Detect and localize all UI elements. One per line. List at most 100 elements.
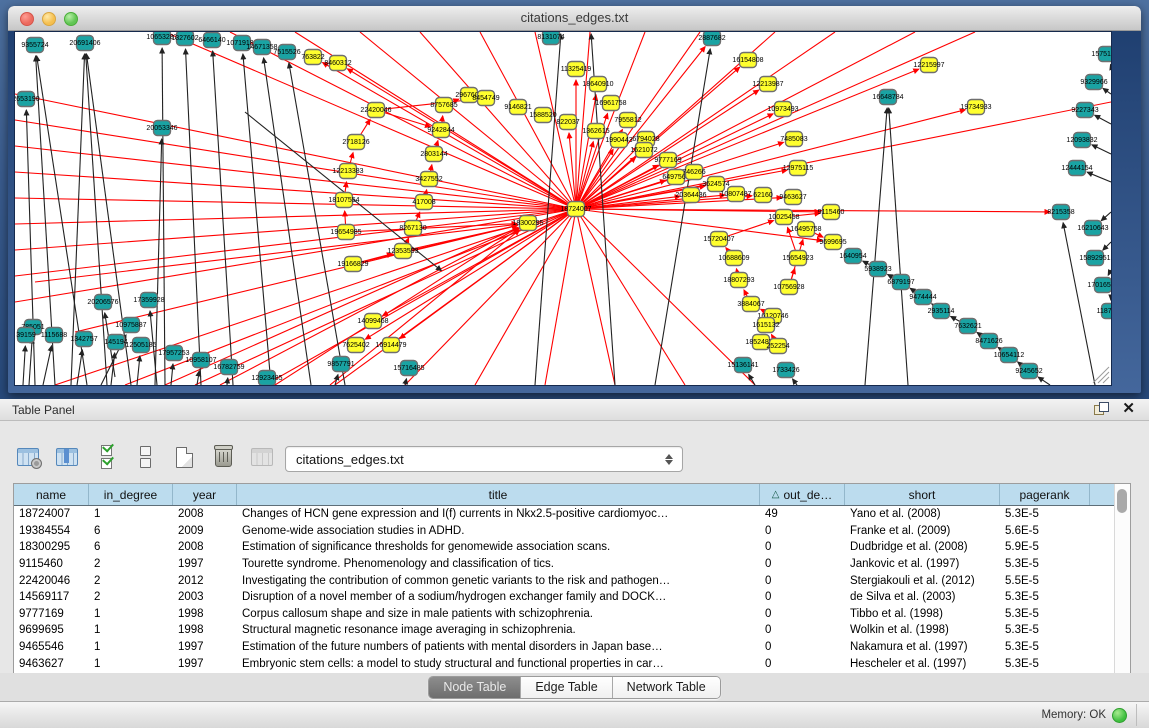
graph-edge[interactable] — [1101, 212, 1111, 221]
graph-edge[interactable] — [420, 32, 576, 209]
table-scrollbar-thumb[interactable] — [1117, 489, 1127, 513]
table-row[interactable]: 946362711997Embryonic stem cells: a mode… — [14, 655, 1115, 672]
delete-rows-icon[interactable] — [210, 444, 236, 470]
table-cell[interactable]: 0 — [760, 523, 845, 540]
graph-edge[interactable] — [26, 110, 35, 385]
table-cell[interactable] — [1090, 606, 1115, 623]
table-row[interactable]: 969969511998Structural magnetic resonanc… — [14, 622, 1115, 639]
table-cell[interactable]: 19384554 — [14, 523, 89, 540]
graph-node[interactable]: 2935114 — [928, 304, 955, 319]
graph-node[interactable]: 9474444 — [909, 290, 936, 305]
graph-node[interactable]: 9355724 — [21, 38, 48, 53]
table-cell[interactable]: 0 — [760, 556, 845, 573]
table-cell[interactable]: 0 — [760, 572, 845, 589]
graph-edge[interactable] — [23, 346, 25, 385]
table-cell[interactable]: 0 — [760, 639, 845, 656]
graph-node[interactable]: 1733426 — [772, 363, 799, 378]
table-row[interactable]: 946554611997Estimation of the future num… — [14, 639, 1115, 656]
table-cell[interactable]: 1 — [89, 655, 173, 672]
graph-node[interactable]: 12213987 — [752, 77, 783, 92]
graph-node[interactable]: 16914479 — [375, 338, 406, 353]
graph-edge[interactable] — [227, 378, 228, 385]
table-cell[interactable] — [1090, 556, 1115, 573]
table-cell[interactable]: Wolkin et al. (1998) — [845, 622, 1000, 639]
table-cell[interactable]: 2008 — [173, 539, 237, 556]
table-cell[interactable]: 1998 — [173, 606, 237, 623]
column-header-in_degree[interactable]: in_degree — [89, 484, 173, 505]
table-select-dropdown[interactable]: citations_edges.txt — [285, 446, 683, 472]
table-cell[interactable]: 9115460 — [14, 556, 89, 573]
column-header-pagerank[interactable]: pagerank — [1000, 484, 1090, 505]
graph-node[interactable]: 8757685 — [430, 98, 457, 113]
graph-edge[interactable] — [576, 209, 685, 385]
table-cell[interactable] — [1090, 639, 1115, 656]
table-row[interactable]: 977716911998Corpus callosum shape and si… — [14, 606, 1115, 623]
graph-node[interactable]: 9329966 — [1080, 75, 1107, 90]
graph-node[interactable]: 10756928 — [773, 280, 804, 295]
network-canvas[interactable]: 1872400718300295935572420691406106532871… — [14, 31, 1112, 386]
graph-node[interactable]: 9245652 — [1015, 364, 1042, 379]
canvas-resize-grip[interactable] — [1098, 372, 1109, 383]
table-cell[interactable] — [1090, 539, 1115, 556]
table-cell[interactable]: 5.9E-5 — [1000, 539, 1090, 556]
table-cell[interactable]: 6 — [89, 523, 173, 540]
graph-node[interactable]: 22420046 — [360, 103, 391, 118]
graph-node[interactable]: 252254 — [766, 339, 789, 354]
graph-edge[interactable] — [1038, 377, 1050, 385]
graph-node[interactable]: 145194 — [104, 335, 127, 350]
graph-node[interactable]: 15654923 — [782, 251, 813, 266]
table-cell[interactable]: Hescheler et al. (1997) — [845, 655, 1000, 672]
graph-edge[interactable] — [576, 102, 1111, 209]
table-cell[interactable]: 2012 — [173, 572, 237, 589]
table-cell[interactable]: 6 — [89, 539, 173, 556]
graph-edge[interactable] — [243, 54, 271, 385]
column-header-out_de…[interactable]: △out_de… — [760, 484, 845, 505]
graph-node[interactable]: 1327602 — [171, 32, 198, 46]
table-cell[interactable]: 1 — [89, 639, 173, 656]
graph-node[interactable]: 9115460 — [818, 205, 845, 220]
column-header-title[interactable]: title — [237, 484, 760, 505]
graph-node[interactable]: 20691406 — [69, 36, 100, 51]
graph-node[interactable]: 9463627 — [779, 190, 806, 205]
table-cell[interactable]: 1 — [89, 606, 173, 623]
table-cell[interactable] — [1090, 523, 1115, 540]
table-cell[interactable]: Stergiakouli et al. (2012) — [845, 572, 1000, 589]
graph-node[interactable]: 2653190 — [15, 92, 40, 107]
table-mode-icon[interactable] — [15, 444, 41, 470]
graph-node[interactable]: 12213383 — [332, 164, 363, 179]
graph-node[interactable]: 6466140 — [198, 33, 225, 48]
table-cell[interactable]: Jankovic et al. (1997) — [845, 556, 1000, 573]
tab-node-table[interactable]: Node Table — [429, 677, 521, 698]
graph-edge[interactable] — [1108, 270, 1111, 275]
graph-node[interactable]: 10975887 — [115, 318, 146, 333]
table-cell[interactable]: de Silva et al. (2003) — [845, 589, 1000, 606]
graph-edge[interactable] — [1110, 64, 1111, 66]
graph-node[interactable]: 1187531 — [1097, 304, 1111, 319]
table-cell[interactable]: 5.3E-5 — [1000, 639, 1090, 656]
graph-node[interactable]: 1115688 — [41, 328, 67, 343]
show-columns-icon[interactable] — [54, 444, 80, 470]
graph-node[interactable]: 20053346 — [146, 121, 177, 136]
table-cell[interactable]: 22420046 — [14, 572, 89, 589]
table-cell[interactable]: Yano et al. (2008) — [845, 506, 1000, 523]
graph-node[interactable]: 8460312 — [324, 56, 351, 71]
table-cell[interactable]: 5.3E-5 — [1000, 556, 1090, 573]
graph-edge[interactable] — [1063, 223, 1095, 385]
table-cell[interactable]: 5.3E-5 — [1000, 589, 1090, 606]
table-cell[interactable]: 2 — [89, 589, 173, 606]
table-cell[interactable] — [1090, 589, 1115, 606]
graph-node[interactable]: 417008 — [412, 195, 435, 210]
table-cell[interactable]: Tibbo et al. (1998) — [845, 606, 1000, 623]
row-height-icon[interactable] — [132, 444, 158, 470]
table-cell[interactable]: 5.3E-5 — [1000, 606, 1090, 623]
table-cell[interactable]: 9699695 — [14, 622, 89, 639]
graph-node[interactable]: 16210643 — [1077, 221, 1108, 236]
graph-edge[interactable] — [889, 108, 908, 385]
table-cell[interactable] — [1090, 506, 1115, 523]
graph-edge[interactable] — [77, 350, 82, 385]
graph-node[interactable]: 17359928 — [133, 293, 164, 308]
graph-node[interactable]: 7485083 — [780, 132, 807, 147]
column-header-year[interactable]: year — [173, 484, 237, 505]
graph-edge[interactable] — [1092, 145, 1111, 154]
graph-node[interactable]: 15892951 — [1079, 251, 1110, 266]
